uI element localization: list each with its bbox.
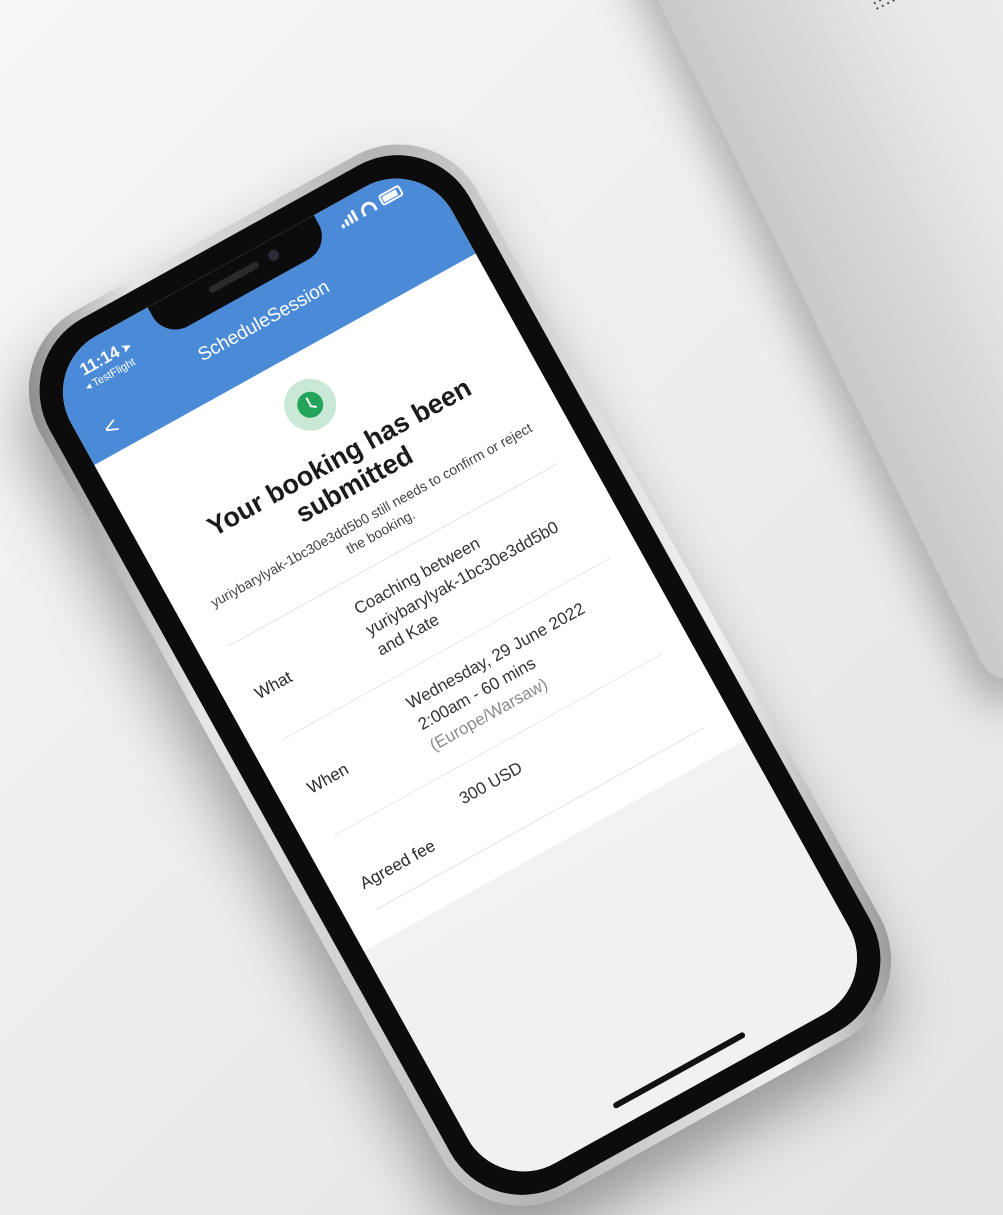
back-button[interactable]: < [99, 412, 125, 443]
cellular-signal-icon [337, 209, 359, 229]
laptop-speaker-grill [810, 0, 1003, 13]
phone-bezel: 11:14➤ ◂ TestFlight ScheduleSession < Yo… [10, 125, 910, 1215]
battery-icon [377, 184, 405, 207]
home-indicator[interactable] [612, 1031, 747, 1110]
earpiece-speaker [207, 260, 261, 294]
wifi-icon [358, 198, 378, 218]
status-icons [337, 184, 405, 229]
phone-device: 11:14➤ ◂ TestFlight ScheduleSession < Yo… [0, 112, 924, 1215]
front-camera [266, 247, 282, 263]
product-photo-scene: 11:14➤ ◂ TestFlight ScheduleSession < Yo… [0, 0, 1003, 1215]
phone-screen: 11:14➤ ◂ TestFlight ScheduleSession < Yo… [40, 155, 880, 1195]
clock-icon [274, 369, 346, 441]
